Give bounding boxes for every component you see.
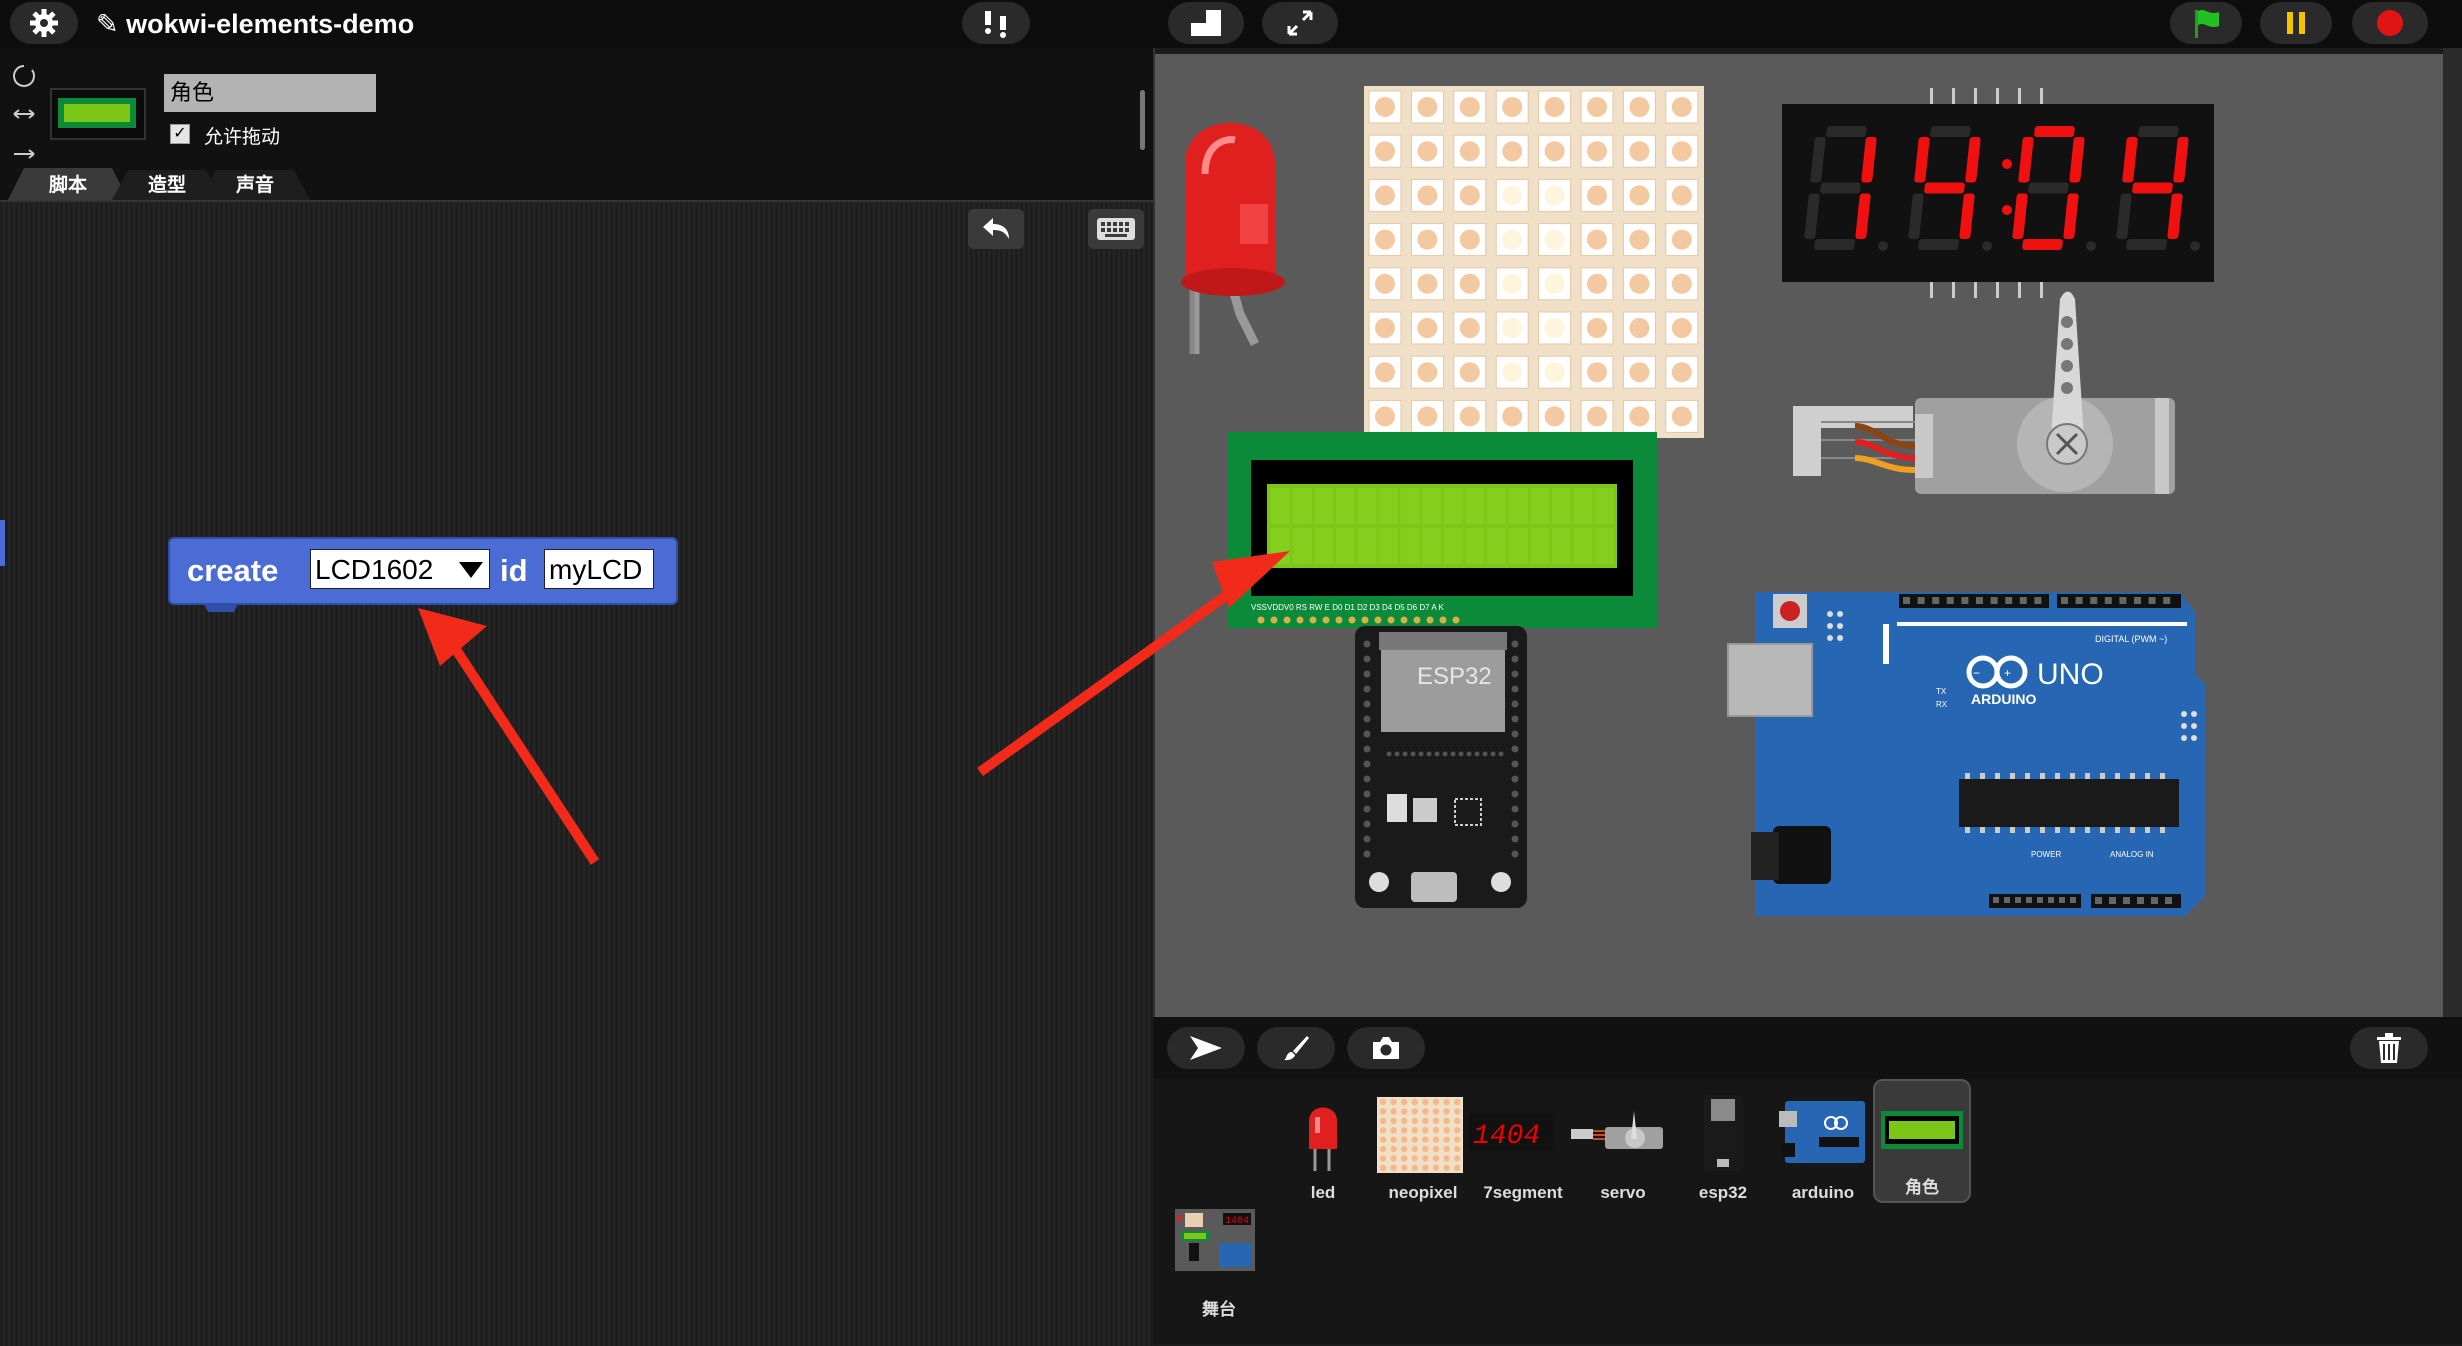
draggable-label: 允许拖动 xyxy=(204,127,281,148)
sprite-toolbar xyxy=(1153,1017,2462,1079)
lcd-pin-labels: VSSVDDV0 RS RW E D0 D1 D2 D3 D4 D5 D6 D7… xyxy=(1251,603,1444,612)
rotation-style-icons[interactable] xyxy=(10,62,38,172)
sprite-tile-neopixel[interactable]: neopixel xyxy=(1375,1091,1471,1202)
sprite-label: esp32 xyxy=(1698,1183,1748,1202)
seven-segment-sprite xyxy=(1782,88,2214,298)
sprite-label: 7segment xyxy=(1483,1183,1563,1202)
neopixel-sprite xyxy=(1364,86,1704,438)
palette-scrollbar[interactable] xyxy=(1140,90,1145,150)
led-icon xyxy=(1309,1107,1337,1171)
stage-thumb-digits: 1404 xyxy=(1225,1216,1249,1227)
dropdown-arrow-icon xyxy=(459,562,483,578)
keyboard-icon xyxy=(1097,218,1135,240)
delete-sprite-button[interactable] xyxy=(2350,1027,2428,1069)
camera-icon xyxy=(1373,1037,1399,1059)
servo-sprite xyxy=(1793,291,2175,494)
stage-thumbnail-icon: 1404 xyxy=(1175,1209,1255,1271)
sprite-label: neopixel xyxy=(1388,1183,1458,1202)
sprite-tile-selected[interactable]: 角色 xyxy=(1873,1079,1971,1203)
script-area[interactable] xyxy=(0,200,1153,1346)
sprite-tile-led[interactable]: led xyxy=(1275,1091,1371,1202)
lcd-sprite: VSSVDDV0 RS RW E D0 D1 D2 D3 D4 D5 D6 D7… xyxy=(1227,432,1657,628)
sprite-tile-esp32[interactable]: esp32 xyxy=(1675,1091,1771,1202)
id-input[interactable]: myLCD xyxy=(544,549,654,589)
arduino-sprite: DIGITAL (PWM ~) − + UNO ARDUINO TX RX PO… xyxy=(1727,592,2205,916)
arduino-icon xyxy=(1779,1101,1865,1163)
pause-button[interactable] xyxy=(2260,2,2332,44)
stage[interactable]: VSSVDDV0 RS RW E D0 D1 D2 D3 D4 D5 D6 D7… xyxy=(1155,54,2443,1017)
uno-rx-label: RX xyxy=(1936,700,1948,709)
green-flag-button[interactable] xyxy=(2170,2,2242,44)
tab-scripts[interactable]: 脚本 xyxy=(8,166,128,200)
stage-label: 舞台 xyxy=(1202,1300,1236,1319)
uno-analog-label: ANALOG IN xyxy=(2110,850,2154,859)
sprite-label: servo xyxy=(1600,1183,1646,1202)
servo-icon xyxy=(1571,1111,1663,1149)
seven-segment-icon: 1404 xyxy=(1469,1113,1553,1151)
tab-costumes-label: 造型 xyxy=(147,174,186,196)
stage-layout-icon xyxy=(1191,10,1221,36)
paint-new-sprite-button[interactable] xyxy=(1257,1027,1335,1069)
svg-text:+: + xyxy=(2004,666,2011,680)
sprite-thumbnail xyxy=(50,88,146,140)
gear-icon xyxy=(30,9,58,37)
neopixel-icon xyxy=(1377,1097,1463,1173)
tab-sounds[interactable]: 声音 xyxy=(200,166,310,200)
settings-button[interactable] xyxy=(10,2,78,44)
pause-icon xyxy=(2287,12,2305,34)
project-title[interactable]: ✎ wokwi-elements-demo xyxy=(96,4,414,44)
top-bar: ✎ wokwi-elements-demo xyxy=(0,0,2462,48)
id-label: id xyxy=(500,553,528,588)
undo-icon xyxy=(983,218,1009,239)
footprints-icon xyxy=(985,11,1006,38)
green-flag-icon xyxy=(2195,9,2219,38)
tab-sounds-label: 声音 xyxy=(235,174,274,196)
lcd-icon xyxy=(1881,1111,1963,1149)
stop-icon xyxy=(2377,10,2403,36)
stop-button[interactable] xyxy=(2352,2,2428,44)
paintbrush-icon xyxy=(1284,1036,1309,1061)
esp32-sprite: ESP32 xyxy=(1355,626,1527,908)
uno-label: UNO xyxy=(2037,658,2104,691)
type-dropdown[interactable]: LCD1602 xyxy=(310,549,490,589)
led-sprite xyxy=(1181,122,1285,354)
clone-button[interactable] xyxy=(962,2,1030,44)
sprite-name-input[interactable]: 角色 xyxy=(164,74,376,112)
keyboard-button[interactable] xyxy=(1088,209,1144,249)
arduino-label: ARDUINO xyxy=(1971,691,2036,707)
camera-sprite-button[interactable] xyxy=(1347,1027,1425,1069)
stage-canvas: VSSVDDV0 RS RW E D0 D1 D2 D3 D4 D5 D6 D7… xyxy=(1181,86,2214,916)
svg-text:−: − xyxy=(1973,666,1980,680)
turtle-arrow-icon xyxy=(1190,1036,1222,1060)
sprite-label: 角色 xyxy=(1905,1178,1939,1197)
create-block[interactable]: create LCD1602 id myLCD xyxy=(168,537,678,605)
esp32-icon xyxy=(1703,1095,1743,1171)
draggable-checkbox[interactable]: ✓ xyxy=(170,124,190,144)
create-label: create xyxy=(187,553,279,588)
stage-tile[interactable]: 1404 舞台 xyxy=(1171,1203,1267,1319)
expand-icon xyxy=(1287,10,1313,36)
sprite-tile-7segment[interactable]: 1404 7segment xyxy=(1469,1091,1571,1202)
undo-button[interactable] xyxy=(968,209,1024,249)
sprite-corral: led neopixel 1404 7segment servo esp32 a… xyxy=(1153,1079,2462,1344)
sprite-label: led xyxy=(1310,1183,1336,1202)
sprite-tile-arduino[interactable]: arduino xyxy=(1775,1091,1871,1202)
tab-scripts-label: 脚本 xyxy=(48,174,87,196)
uno-tx-label: TX xyxy=(1936,687,1947,696)
block-bottom-notch xyxy=(168,601,668,612)
seven-segment-icon-digits: 1404 xyxy=(1473,1121,1540,1151)
sprite-tile-servo[interactable]: servo xyxy=(1571,1091,1671,1202)
uno-power-label: POWER xyxy=(2031,850,2061,859)
select-tool-button[interactable] xyxy=(1167,1027,1245,1069)
type-dropdown-value: LCD1602 xyxy=(315,554,434,585)
esp32-chip-label: ESP32 xyxy=(1417,663,1492,690)
uno-digital-label: DIGITAL (PWM ~) xyxy=(2095,634,2167,644)
block-edge-marker xyxy=(0,520,5,566)
stage-size-button[interactable] xyxy=(1168,2,1244,44)
trash-icon xyxy=(2377,1033,2401,1063)
fullscreen-button[interactable] xyxy=(1262,2,1338,44)
